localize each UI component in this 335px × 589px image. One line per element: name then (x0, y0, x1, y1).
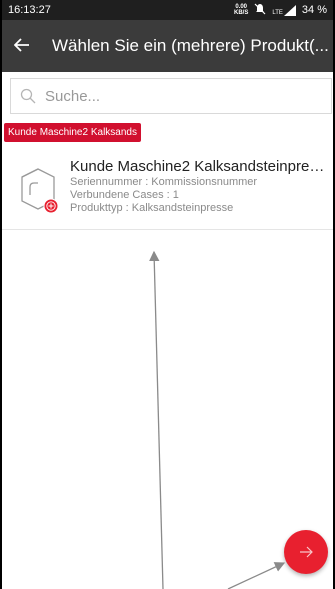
mute-icon (254, 3, 266, 18)
product-list-item[interactable]: Kunde Maschine2 Kalksandsteinpres... Ser… (2, 150, 333, 230)
status-bar: 16:13:27 0.00 KB/S LTE 34 % (2, 0, 333, 20)
arrow-left-icon (13, 37, 29, 52)
signal-icon: LTE (272, 4, 296, 16)
page-title: Wählen Sie ein (mehrere) Produkt(... (52, 36, 329, 55)
search-icon (11, 88, 45, 104)
search-input[interactable] (45, 87, 305, 105)
back-button[interactable] (2, 35, 42, 58)
box-icon (21, 168, 59, 214)
status-time: 16:13:27 (8, 4, 51, 16)
product-text: Kunde Maschine2 Kalksandsteinpres... Ser… (70, 158, 328, 214)
product-serial: Seriennummer : Kommissionsnummer (70, 176, 258, 188)
filter-chip[interactable]: Kunde Maschine2 Kalksands (4, 123, 141, 142)
product-icon (18, 165, 66, 221)
network-speed: 0.00 KB/S (234, 4, 248, 16)
app-bar: Wählen Sie ein (mehrere) Produkt(... (2, 20, 333, 72)
network-type: LTE (272, 9, 283, 16)
status-icons: 0.00 KB/S LTE 34 % (234, 3, 327, 18)
arrow-right-icon (300, 546, 313, 558)
app-screen: 16:13:27 0.00 KB/S LTE 34 % Wählen Sie e… (2, 0, 333, 589)
speed-unit: KB/S (234, 10, 249, 16)
product-type: Produkttyp : Kalksandsteinpresse (70, 202, 234, 214)
product-name: Kunde Maschine2 Kalksandsteinpres... (70, 158, 328, 175)
product-cases: Verbundene Cases : 1 (70, 189, 179, 201)
next-button[interactable] (284, 530, 328, 574)
battery-level: 34 % (301, 4, 327, 16)
search-box[interactable] (10, 78, 332, 114)
